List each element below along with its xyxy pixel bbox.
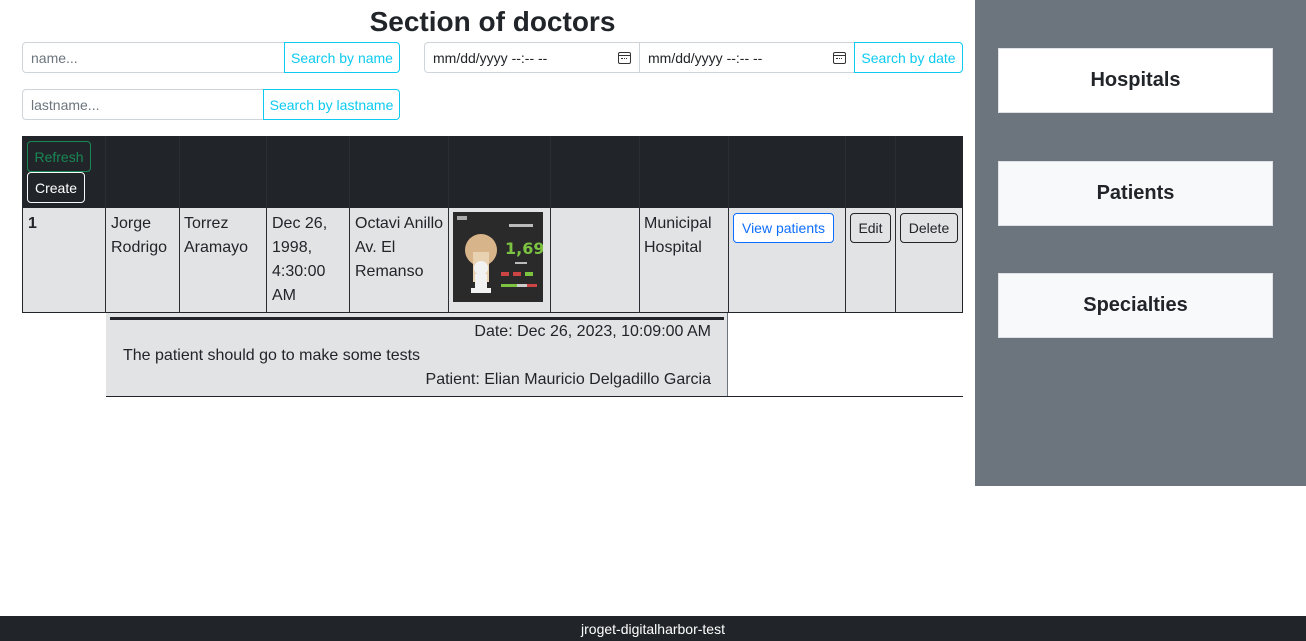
appointment-row: Date: Dec 26, 2023, 10:09:00 AM The pati… xyxy=(106,313,963,397)
doctor-hospital: Municipal Hospital xyxy=(644,215,712,256)
column-divider xyxy=(550,136,551,313)
search-by-date-button[interactable]: Search by date xyxy=(854,42,963,73)
create-button[interactable]: Create xyxy=(27,172,85,203)
appointment-patient: Patient: Elian Mauricio Delgadillo Garci… xyxy=(425,371,711,388)
edit-button[interactable]: Edit xyxy=(850,213,891,243)
appointment-note: The patient should go to make some tests xyxy=(123,347,421,364)
row-id: 1 xyxy=(28,215,37,232)
delete-button[interactable]: Delete xyxy=(900,213,958,243)
date-to-input[interactable]: mm/dd/yyyy --:-- -- xyxy=(639,42,855,73)
column-divider xyxy=(349,136,350,313)
search-by-name-button[interactable]: Search by name xyxy=(284,42,400,73)
column-divider xyxy=(266,136,267,313)
profile-picture-image: 1,693 xyxy=(453,212,543,302)
date-to-text: mm/dd/yyyy --:-- -- xyxy=(648,49,763,66)
column-divider xyxy=(895,136,896,313)
lastname-search-input[interactable]: lastname... xyxy=(22,89,264,120)
appointment-divider xyxy=(110,317,724,320)
sidebar-item-hospitals[interactable]: Hospitals xyxy=(998,48,1273,113)
sidebar-item-patients[interactable]: Patients xyxy=(998,161,1273,226)
footer: jroget-digitalharbor-test xyxy=(0,616,1306,641)
calendar-icon[interactable] xyxy=(833,51,846,64)
date-from-text: mm/dd/yyyy --:-- -- xyxy=(433,49,548,66)
view-patients-button[interactable]: View patients xyxy=(733,213,834,243)
doctor-lastname: Torrez Aramayo xyxy=(184,215,249,256)
sidebar-item-specialties[interactable]: Specialties xyxy=(998,273,1273,338)
doctor-name: Jorge Rodrigo xyxy=(111,215,168,256)
sidebar: Hospitals Patients Specialties xyxy=(975,0,1306,486)
refresh-button[interactable]: Refresh xyxy=(27,141,91,172)
appointment-date: Date: Dec 26, 2023, 10:09:00 AM xyxy=(474,323,711,340)
doctor-address: Octavi Anillo Av. El Remanso xyxy=(355,215,444,280)
column-divider xyxy=(105,136,106,313)
column-divider xyxy=(448,136,449,313)
column-divider xyxy=(728,136,729,313)
doctor-dob: Dec 26, 1998, 4:30:00 AM xyxy=(272,215,328,304)
column-divider xyxy=(639,136,640,313)
appointment-card: Date: Dec 26, 2023, 10:09:00 AM The pati… xyxy=(106,313,728,396)
svg-text:1,693: 1,693 xyxy=(505,239,543,258)
date-from-input[interactable]: mm/dd/yyyy --:-- -- xyxy=(424,42,640,73)
search-by-lastname-button[interactable]: Search by lastname xyxy=(263,89,400,120)
page-title: Section of doctors xyxy=(369,6,616,37)
column-divider xyxy=(845,136,846,313)
column-divider xyxy=(179,136,180,313)
name-search-input[interactable]: name... xyxy=(22,42,285,73)
calendar-icon[interactable] xyxy=(618,51,631,64)
table-header xyxy=(22,136,963,208)
